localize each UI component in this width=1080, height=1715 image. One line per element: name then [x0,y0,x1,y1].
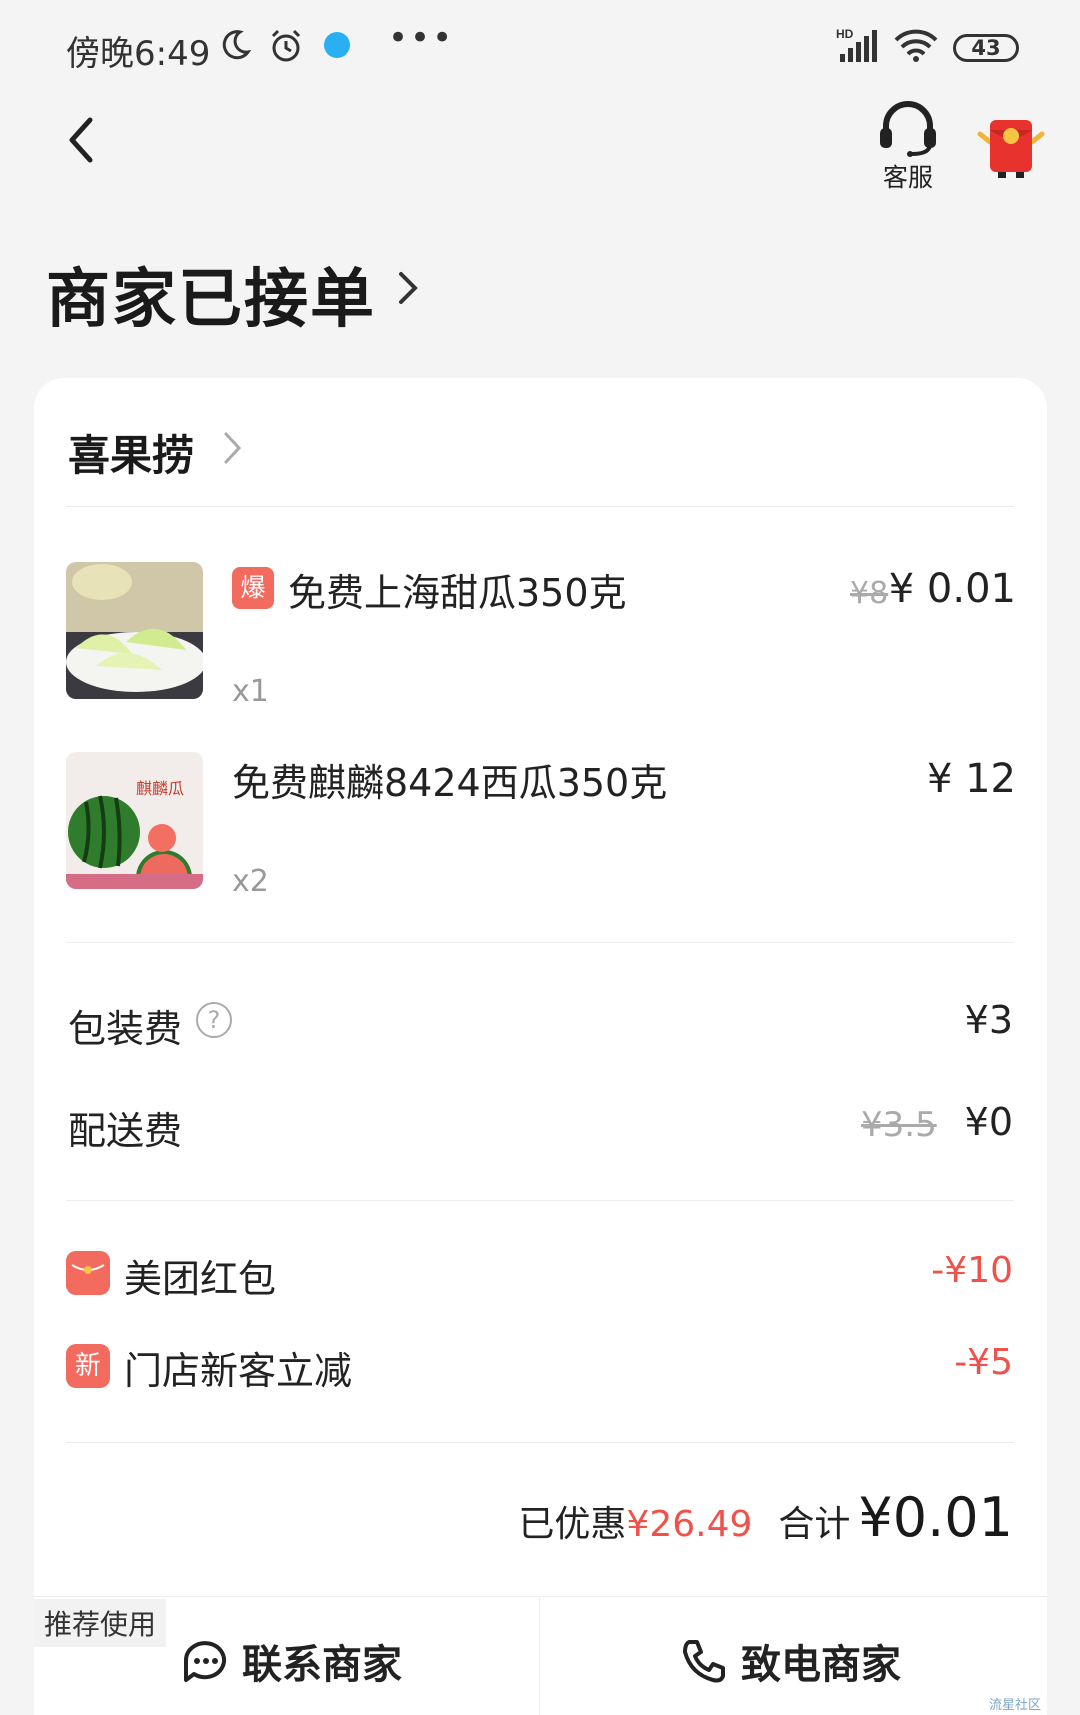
delivery-fee-label: 配送费 [68,1109,183,1153]
moon-icon [222,30,252,60]
item-quantity: x2 [232,864,269,899]
packing-fee-label: 包装费 [68,1007,183,1051]
headset-icon [880,101,936,157]
status-bar: 傍晚6:49 ••• HD 43 [0,0,1080,95]
item-quantity: x1 [232,674,269,709]
contact-merchant-button[interactable]: 联系商家 [180,1633,402,1689]
order-summary: 已优惠¥26.49 合计 ¥0.01 [518,1486,1013,1549]
bottom-action-bar: 推荐使用 联系商家 致电商家 流星社区 [34,1596,1047,1715]
chat-icon [184,1641,226,1682]
discount-label: 门店新客立减 [124,1349,353,1393]
recommend-tag: 推荐使用 [34,1599,167,1647]
new-customer-icon: 新 [66,1344,110,1388]
alarm-icon [271,29,301,62]
discount-value: -¥10 [931,1250,1013,1291]
total-value: ¥0.01 [858,1486,1013,1549]
app-notification-icon [324,32,350,58]
item-original-price: ¥8 [850,576,889,611]
packing-fee-value: ¥3 [964,998,1013,1042]
cellular-signal-icon: HD [836,27,877,62]
item-name: 免费麒麟8424西瓜350克 [232,761,668,805]
more-notifications-icon: ••• [388,18,455,58]
network-label: HD [836,27,854,41]
call-merchant-label: 致电商家 [741,1642,901,1688]
order-item[interactable]: 麒麟瓜 免费麒麟8424西瓜350克 ¥ 12 x2 [66,752,1016,899]
saved-value: ¥26.49 [626,1504,753,1545]
order-status-title[interactable]: 商家已接单 [46,248,376,340]
call-merchant-button[interactable]: 致电商家 [679,1633,901,1689]
item-name: 免费上海甜瓜350克 [288,571,627,615]
divider [66,1200,1014,1201]
wifi-icon [894,29,938,62]
thumbnail-text: 麒麟瓜 [136,779,184,798]
shop-name[interactable]: 喜果捞 [68,422,194,483]
divider [66,942,1014,943]
item-thumbnail-melon [66,562,203,699]
delivery-fee-value: ¥0 [964,1100,1013,1144]
contact-merchant-label: 联系商家 [242,1642,402,1688]
divider [66,506,1014,507]
divider [66,1442,1014,1443]
status-time: 傍晚6:49 [66,34,211,74]
order-detail-page: 傍晚6:49 ••• HD 43 客服 商家已接单 喜果捞 爆 免费上海甜瓜35… [0,0,1080,1715]
battery-indicator: 43 [953,34,1019,62]
red-packet-icon [66,1251,110,1295]
discount-value: -¥5 [954,1342,1013,1383]
item-thumbnail-watermelon: 麒麟瓜 [66,752,203,889]
order-card: 喜果捞 爆 免费上海甜瓜350克 ¥8 ¥ 0.01 x1 麒麟瓜 免费麒麟84… [34,378,1047,1715]
help-icon[interactable]: ? [196,1002,232,1038]
chevron-right-icon[interactable] [393,266,423,310]
customer-service-label: 客服 [882,163,933,192]
order-item[interactable]: 爆 免费上海甜瓜350克 ¥8 ¥ 0.01 x1 [66,562,1016,709]
delivery-fee-original: ¥3.5 [861,1105,937,1145]
divider [539,1597,540,1715]
total-label: 合计 [778,1504,851,1545]
hot-badge: 爆 [232,567,274,609]
back-button[interactable] [52,110,112,170]
customer-service-button[interactable]: 客服 [872,100,944,195]
watermark: 流星社区 [988,1698,1041,1713]
item-price: ¥ 12 [926,756,1016,802]
phone-icon [683,1640,725,1683]
chevron-right-icon[interactable] [222,428,244,468]
red-packet-icon[interactable] [976,112,1046,182]
item-price: ¥ 0.01 [888,566,1016,612]
discount-label: 美团红包 [124,1257,277,1301]
saved-label: 已优惠 [518,1504,627,1545]
